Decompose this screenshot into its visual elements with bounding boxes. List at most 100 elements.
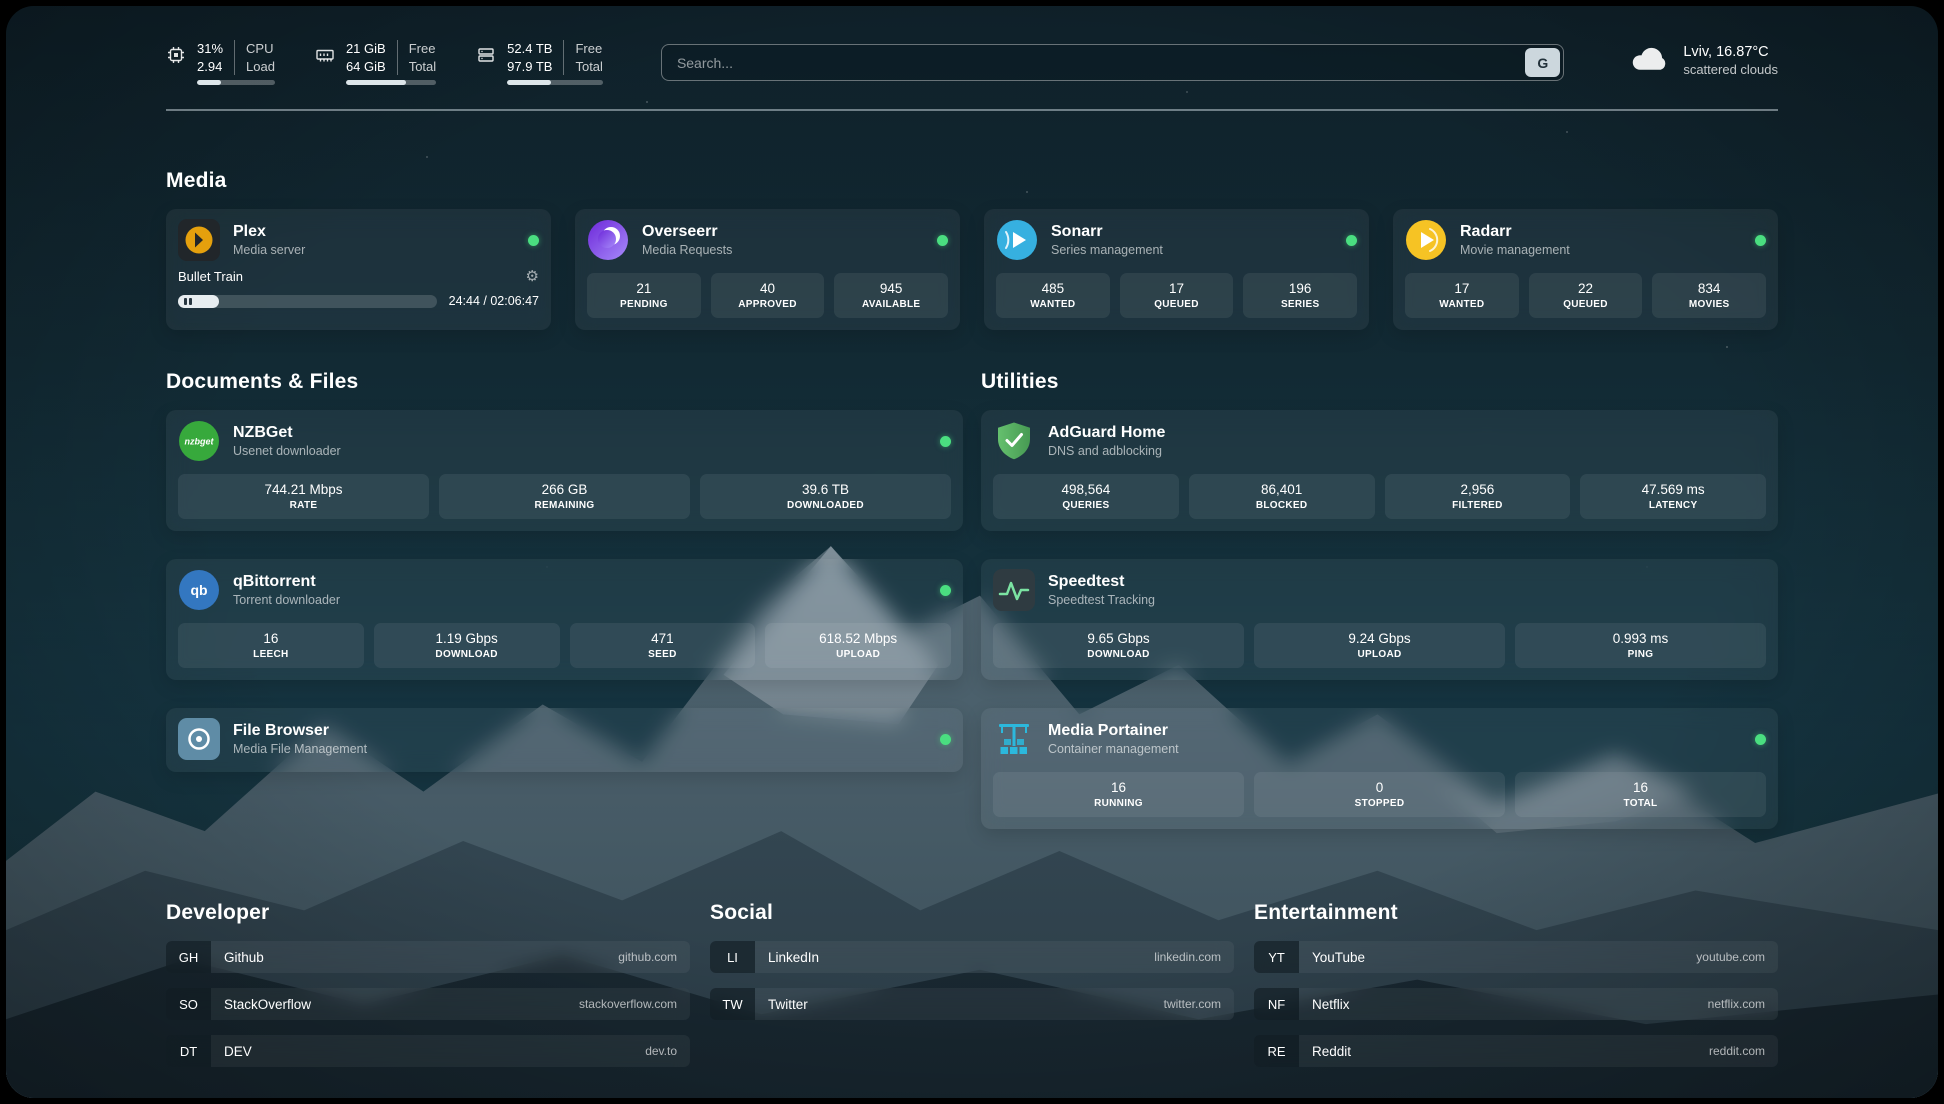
stat-label: SEED <box>574 649 752 660</box>
stat-value: 266 GB <box>443 481 686 498</box>
service-card-radarr[interactable]: Radarr Movie management 17 WANTED 22 QUE… <box>1393 209 1778 330</box>
svg-text:nzbget: nzbget <box>185 437 215 447</box>
header-divider <box>166 109 1778 111</box>
bookmark-group-title: Entertainment <box>1254 901 1778 925</box>
bookmark-url: youtube.com <box>1696 941 1778 973</box>
bookmark-group-title: Social <box>710 901 1234 925</box>
stat-tile: 945 AVAILABLE <box>834 273 948 318</box>
service-name: File Browser <box>233 721 367 741</box>
stat-value: 498,564 <box>997 481 1175 498</box>
service-name: AdGuard Home <box>1048 423 1165 443</box>
cpu-progress-fill <box>197 80 221 85</box>
disk-label-1: Free <box>575 40 602 58</box>
stat-tile: 22 QUEUED <box>1529 273 1643 318</box>
stat-value: 945 <box>838 280 944 297</box>
stat-tile: 2,956 FILTERED <box>1385 474 1571 519</box>
service-card-qbittorrent[interactable]: qb qBittorrent Torrent downloader 16 LEE… <box>166 559 963 680</box>
service-card-plex[interactable]: Plex Media server Bullet Train ⚙ <box>166 209 551 330</box>
service-stats: 498,564 QUERIES 86,401 BLOCKED 2,956 FIL… <box>993 474 1766 519</box>
cloud-icon <box>1630 43 1670 77</box>
service-description: Torrent downloader <box>233 592 340 609</box>
svg-text:qb: qb <box>190 582 207 598</box>
service-stats: 17 WANTED 22 QUEUED 834 MOVIES <box>1405 273 1766 318</box>
cpu-icon <box>166 45 186 70</box>
section-title-documents: Documents & Files <box>166 370 963 394</box>
service-card-overseerr[interactable]: Overseerr Media Requests 21 PENDING 40 A… <box>575 209 960 330</box>
stat-label: RUNNING <box>997 798 1240 809</box>
stat-label: WANTED <box>1000 299 1106 310</box>
service-header: Radarr Movie management <box>1405 219 1766 261</box>
bookmark-url: twitter.com <box>1164 988 1234 1020</box>
stat-label: QUEUED <box>1124 299 1230 310</box>
bookmark-abbr: YT <box>1254 941 1299 973</box>
service-card-adguard[interactable]: AdGuard Home DNS and adblocking 498,564 … <box>981 410 1778 531</box>
service-card-sonarr[interactable]: Sonarr Series management 485 WANTED 17 Q… <box>984 209 1369 330</box>
service-stats: 21 PENDING 40 APPROVED 945 AVAILABLE <box>587 273 948 318</box>
plex-now-playing: Bullet Train ⚙ 24:44 / 02:06:47 <box>178 268 539 308</box>
stat-tile: 40 APPROVED <box>711 273 825 318</box>
stat-value: 16 <box>997 779 1240 796</box>
stat-tile: 618.52 Mbps UPLOAD <box>765 623 951 668</box>
memory-label-1: Free <box>409 40 436 58</box>
stat-label: PENDING <box>591 299 697 310</box>
service-header: qb qBittorrent Torrent downloader <box>178 569 951 611</box>
service-card-portainer[interactable]: Media Portainer Container management 16 … <box>981 708 1778 829</box>
stat-label: REMAINING <box>443 500 686 511</box>
stat-value: 22 <box>1533 280 1639 297</box>
playback-progress-track[interactable] <box>178 295 437 308</box>
stat-tile: 471 SEED <box>570 623 756 668</box>
bookmark-twitter[interactable]: TW Twitter twitter.com <box>710 988 1234 1020</box>
service-name: Overseerr <box>642 222 732 242</box>
bookmark-dev[interactable]: DT DEV dev.to <box>166 1035 690 1067</box>
background-stars <box>6 6 8 8</box>
stat-label: MOVIES <box>1656 299 1762 310</box>
stat-label: UPLOAD <box>769 649 947 660</box>
stat-label: WANTED <box>1409 299 1515 310</box>
memory-free-value: 21 GiB <box>346 40 386 58</box>
bookmark-reddit[interactable]: RE Reddit reddit.com <box>1254 1035 1778 1067</box>
service-header: Media Portainer Container management <box>993 718 1766 760</box>
bookmark-stackoverflow[interactable]: SO StackOverflow stackoverflow.com <box>166 988 690 1020</box>
stat-tile: 17 QUEUED <box>1120 273 1234 318</box>
bookmark-abbr: GH <box>166 941 211 973</box>
cpu-load-value: 2.94 <box>197 58 222 76</box>
service-card-nzbget[interactable]: nzbget NZBGet Usenet downloader 744.21 M… <box>166 410 963 531</box>
bookmark-linkedin[interactable]: LI LinkedIn linkedin.com <box>710 941 1234 973</box>
service-header: Overseerr Media Requests <box>587 219 948 261</box>
disk-free-value: 52.4 TB <box>507 40 552 58</box>
stat-label: FILTERED <box>1389 500 1567 511</box>
search-provider-button[interactable]: G <box>1525 48 1560 77</box>
stat-value: 1.19 Gbps <box>378 630 556 647</box>
service-description: Media File Management <box>233 741 367 758</box>
disk-total-value: 97.9 TB <box>507 58 552 76</box>
service-name: Media Portainer <box>1048 721 1179 741</box>
settings-gear-icon[interactable]: ⚙ <box>526 268 539 285</box>
search-input[interactable] <box>661 44 1564 81</box>
stat-label: BLOCKED <box>1193 500 1371 511</box>
bookmark-github[interactable]: GH Github github.com <box>166 941 690 973</box>
bookmark-name: StackOverflow <box>211 988 311 1020</box>
stat-label: UPLOAD <box>1258 649 1501 660</box>
bookmark-netflix[interactable]: NF Netflix netflix.com <box>1254 988 1778 1020</box>
weather-widget: Lviv, 16.87°C scattered clouds <box>1630 42 1778 77</box>
service-card-filebrowser[interactable]: File Browser Media File Management <box>166 708 963 772</box>
service-header: nzbget NZBGet Usenet downloader <box>178 420 951 462</box>
bookmark-url: reddit.com <box>1709 1035 1778 1067</box>
stat-label: DOWNLOADED <box>704 500 947 511</box>
service-name: qBittorrent <box>233 572 340 592</box>
stat-value: 834 <box>1656 280 1762 297</box>
stat-tile: 17 WANTED <box>1405 273 1519 318</box>
bookmark-group-developer: Developer GH Github github.com SO StackO… <box>166 901 690 1082</box>
stat-tile: 0 STOPPED <box>1254 772 1505 817</box>
service-card-speedtest[interactable]: Speedtest Speedtest Tracking 9.65 Gbps D… <box>981 559 1778 680</box>
stat-value: 21 <box>591 280 697 297</box>
speedtest-icon <box>993 569 1035 611</box>
service-stats: 16 LEECH 1.19 Gbps DOWNLOAD 471 SEED 6 <box>178 623 951 668</box>
stat-label: AVAILABLE <box>838 299 944 310</box>
qbittorrent-icon: qb <box>178 569 220 611</box>
stat-label: QUERIES <box>997 500 1175 511</box>
stat-tile: 47.569 ms LATENCY <box>1580 474 1766 519</box>
stat-tile: 266 GB REMAINING <box>439 474 690 519</box>
stat-label: QUEUED <box>1533 299 1639 310</box>
bookmark-youtube[interactable]: YT YouTube youtube.com <box>1254 941 1778 973</box>
